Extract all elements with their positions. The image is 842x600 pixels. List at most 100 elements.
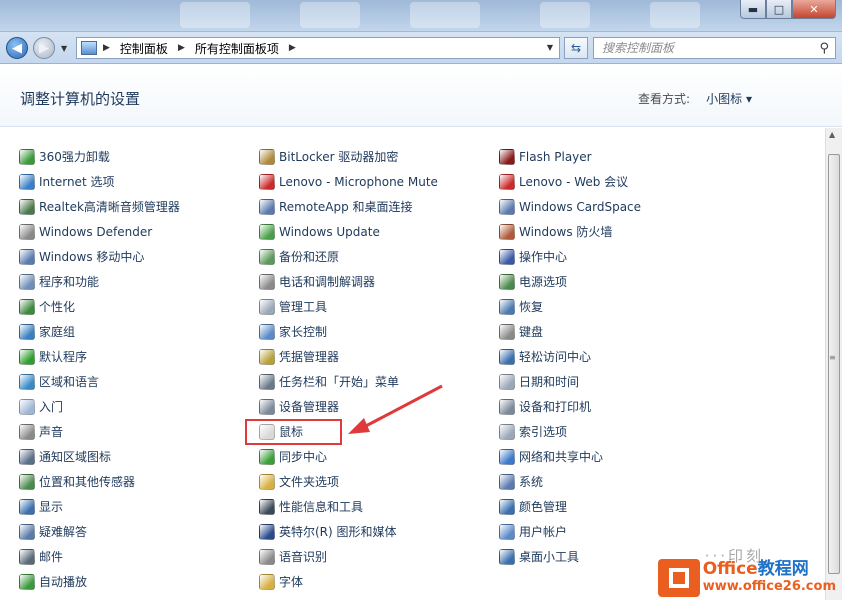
breadcrumb-control-panel[interactable]: 控制面板 xyxy=(120,40,168,57)
control-panel-item[interactable]: 位置和其他传感器 xyxy=(19,469,180,494)
search-box[interactable]: ⚲ xyxy=(593,37,836,59)
control-panel-item[interactable]: 索引选项 xyxy=(499,419,641,444)
item-label[interactable]: 索引选项 xyxy=(519,423,567,440)
control-panel-item[interactable]: Windows 防火墙 xyxy=(499,219,641,244)
control-panel-item[interactable]: 颜色管理 xyxy=(499,494,641,519)
search-icon[interactable]: ⚲ xyxy=(819,41,829,56)
item-label[interactable]: 轻松访问中心 xyxy=(519,348,591,365)
chevron-right-icon[interactable]: ▶ xyxy=(103,43,110,53)
item-label[interactable]: 颜色管理 xyxy=(519,498,567,515)
item-label[interactable]: 英特尔(R) 图形和媒体 xyxy=(279,523,397,540)
chevron-right-icon[interactable]: ▶ xyxy=(178,43,185,53)
forward-button[interactable]: ▶ xyxy=(33,37,55,59)
chevron-right-icon[interactable]: ▶ xyxy=(289,43,296,53)
close-button[interactable]: ✕ xyxy=(792,0,836,19)
item-label[interactable]: Lenovo - Web 会议 xyxy=(519,173,628,190)
item-label[interactable]: Realtek高清晰音频管理器 xyxy=(39,198,180,215)
control-panel-item[interactable]: 声音 xyxy=(19,419,180,444)
control-panel-item[interactable]: Lenovo - Microphone Mute xyxy=(259,169,438,194)
item-label[interactable]: Windows Defender xyxy=(39,225,152,239)
control-panel-item[interactable]: 字体 xyxy=(259,569,438,594)
refresh-button[interactable]: ⇆ xyxy=(564,37,588,59)
address-bar[interactable]: ▶ 控制面板 ▶ 所有控制面板项 ▶ ▼ xyxy=(76,37,560,59)
scrollbar-thumb[interactable] xyxy=(828,154,840,574)
control-panel-item[interactable]: Lenovo - Web 会议 xyxy=(499,169,641,194)
control-panel-item[interactable]: 同步中心 xyxy=(259,444,438,469)
item-label[interactable]: 日期和时间 xyxy=(519,373,579,390)
item-label[interactable]: 360强力卸载 xyxy=(39,148,110,165)
item-label[interactable]: 个性化 xyxy=(39,298,75,315)
minimize-button[interactable]: ▬ xyxy=(740,0,766,19)
control-panel-item[interactable]: 区域和语言 xyxy=(19,369,180,394)
control-panel-item[interactable]: BitLocker 驱动器加密 xyxy=(259,144,438,169)
recent-pages-dropdown-icon[interactable]: ▼ xyxy=(61,44,67,53)
item-label[interactable]: 电话和调制解调器 xyxy=(279,273,375,290)
control-panel-item[interactable]: 英特尔(R) 图形和媒体 xyxy=(259,519,438,544)
item-label[interactable]: 设备和打印机 xyxy=(519,398,591,415)
control-panel-item[interactable]: 设备和打印机 xyxy=(499,394,641,419)
control-panel-item[interactable]: Internet 选项 xyxy=(19,169,180,194)
item-label[interactable]: 通知区域图标 xyxy=(39,448,111,465)
item-label[interactable]: 键盘 xyxy=(519,323,543,340)
item-label[interactable]: 邮件 xyxy=(39,548,63,565)
control-panel-item[interactable]: 操作中心 xyxy=(499,244,641,269)
item-label[interactable]: RemoteApp 和桌面连接 xyxy=(279,198,413,215)
item-label[interactable]: 用户帐户 xyxy=(519,523,567,540)
item-label[interactable]: Windows 防火墙 xyxy=(519,223,612,240)
control-panel-item[interactable]: 凭据管理器 xyxy=(259,344,438,369)
item-label[interactable]: Flash Player xyxy=(519,150,592,164)
item-label[interactable]: 程序和功能 xyxy=(39,273,99,290)
control-panel-item[interactable]: 入门 xyxy=(19,394,180,419)
search-input[interactable] xyxy=(602,41,802,55)
item-label[interactable]: 性能信息和工具 xyxy=(279,498,363,515)
item-label[interactable]: Windows CardSpace xyxy=(519,200,641,214)
vertical-scrollbar[interactable]: ▲ ≡ xyxy=(825,128,842,600)
item-label[interactable]: 恢复 xyxy=(519,298,543,315)
control-panel-item[interactable]: RemoteApp 和桌面连接 xyxy=(259,194,438,219)
item-label[interactable]: BitLocker 驱动器加密 xyxy=(279,148,398,165)
back-button[interactable]: ◀ xyxy=(6,37,28,59)
control-panel-item[interactable]: 自动播放 xyxy=(19,569,180,594)
item-label[interactable]: 操作中心 xyxy=(519,248,567,265)
breadcrumb-all-items[interactable]: 所有控制面板项 xyxy=(195,40,279,57)
item-label[interactable]: Windows Update xyxy=(279,225,380,239)
item-label[interactable]: 管理工具 xyxy=(279,298,327,315)
control-panel-item[interactable]: 用户帐户 xyxy=(499,519,641,544)
item-label[interactable]: 入门 xyxy=(39,398,63,415)
maximize-button[interactable]: □ xyxy=(766,0,792,19)
item-label[interactable]: 网络和共享中心 xyxy=(519,448,603,465)
control-panel-item[interactable]: 备份和还原 xyxy=(259,244,438,269)
item-label[interactable]: Windows 移动中心 xyxy=(39,248,144,265)
item-label[interactable]: Lenovo - Microphone Mute xyxy=(279,175,438,189)
control-panel-item[interactable]: 显示 xyxy=(19,494,180,519)
item-label[interactable]: 疑难解答 xyxy=(39,523,87,540)
address-dropdown-icon[interactable]: ▼ xyxy=(547,43,553,52)
item-label[interactable]: 设备管理器 xyxy=(279,398,339,415)
control-panel-item[interactable]: 家长控制 xyxy=(259,319,438,344)
item-label[interactable]: 文件夹选项 xyxy=(279,473,339,490)
control-panel-item[interactable]: 管理工具 xyxy=(259,294,438,319)
control-panel-item[interactable]: 360强力卸载 xyxy=(19,144,180,169)
control-panel-item[interactable]: 家庭组 xyxy=(19,319,180,344)
item-label[interactable]: 区域和语言 xyxy=(39,373,99,390)
item-label[interactable]: 家长控制 xyxy=(279,323,327,340)
item-label[interactable]: Internet 选项 xyxy=(39,173,114,190)
item-label[interactable]: 家庭组 xyxy=(39,323,75,340)
control-panel-item[interactable]: Flash Player xyxy=(499,144,641,169)
control-panel-item[interactable]: 电话和调制解调器 xyxy=(259,269,438,294)
item-label[interactable]: 语音识别 xyxy=(279,548,327,565)
control-panel-item[interactable]: 邮件 xyxy=(19,544,180,569)
control-panel-item[interactable]: 个性化 xyxy=(19,294,180,319)
control-panel-item[interactable]: 疑难解答 xyxy=(19,519,180,544)
control-panel-item[interactable]: 轻松访问中心 xyxy=(499,344,641,369)
item-label[interactable]: 电源选项 xyxy=(519,273,567,290)
control-panel-item[interactable]: Windows CardSpace xyxy=(499,194,641,219)
control-panel-item[interactable]: 恢复 xyxy=(499,294,641,319)
control-panel-item[interactable]: Realtek高清晰音频管理器 xyxy=(19,194,180,219)
control-panel-item[interactable]: Windows 移动中心 xyxy=(19,244,180,269)
item-label[interactable]: 声音 xyxy=(39,423,63,440)
item-label[interactable]: 系统 xyxy=(519,473,543,490)
control-panel-item[interactable]: 文件夹选项 xyxy=(259,469,438,494)
item-label[interactable]: 凭据管理器 xyxy=(279,348,339,365)
control-panel-item[interactable]: 键盘 xyxy=(499,319,641,344)
